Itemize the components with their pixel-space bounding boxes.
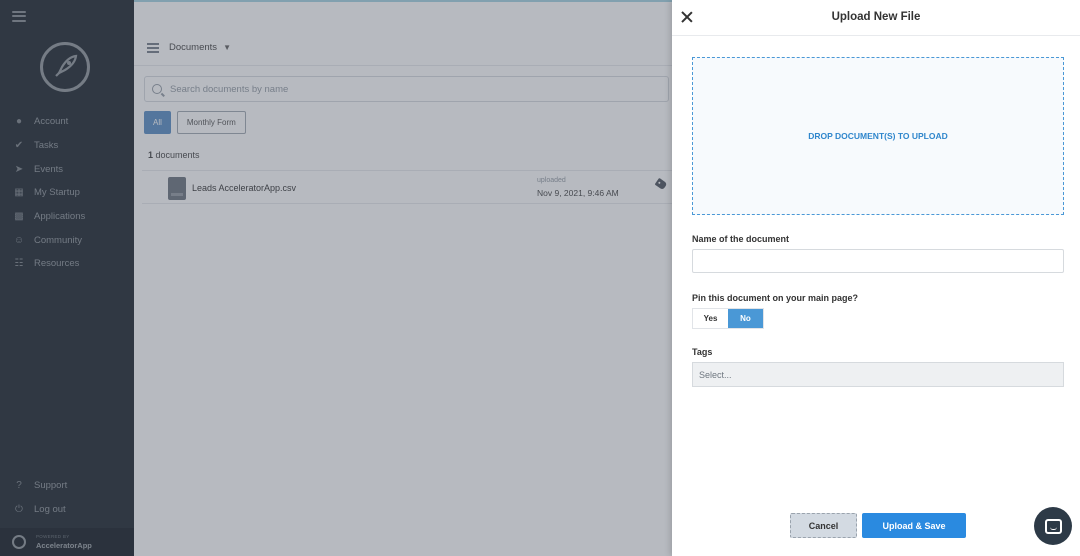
powered-by-label: POWERED BY [36,534,70,539]
accelerator-logo-icon [12,535,26,549]
sidebar-bottom: ? Support ⏻ Log out [0,474,134,521]
library-icon: ☷ [14,258,24,270]
power-icon: ⏻ [15,504,23,516]
sidebar-item-label: Events [34,163,64,175]
tags-select[interactable]: Select... [692,362,1064,387]
sidebar-item-label: Resources [34,258,80,270]
upload-panel: Upload New File DROP DOCUMENT(S) TO UPLO… [672,0,1080,556]
hamburger-menu-icon[interactable] [12,10,26,22]
search-input[interactable]: Search documents by name [144,76,669,102]
uploaded-label: uploaded [537,177,566,184]
search-icon [152,84,162,94]
filter-chips: All Monthly Form [144,111,246,134]
user-icon: ● [15,116,23,128]
panel-title: Upload New File [831,11,921,23]
sidebar-item-community[interactable]: ☺ Community [0,228,134,252]
rocket-logo-icon[interactable] [40,42,90,92]
sidebar-nav: ● Account ✔ Tasks ➤ Events ▦ My Startup … [0,110,134,276]
sidebar-item-label: Account [34,116,69,128]
cancel-button[interactable]: Cancel [790,513,857,538]
document-name-label: Name of the document [692,234,790,244]
sidebar-item-label: Community [34,234,83,246]
panel-header: Upload New File [672,0,1080,36]
sidebar-item-support[interactable]: ? Support [0,474,134,498]
chat-launcher-button[interactable] [1034,507,1072,545]
brand-name: AcceleratorApp [36,540,92,550]
check-circle-icon: ✔ [14,140,24,152]
pin-toggle: Yes No [692,308,764,329]
org-chart-icon: ▩ [14,211,24,223]
document-name-input[interactable] [692,249,1064,273]
sidebar-item-log-out[interactable]: ⏻ Log out [0,498,134,522]
sidebar-item-label: Tasks [34,140,59,152]
sidebar-item-account[interactable]: ● Account [0,110,134,134]
pin-no-button[interactable]: No [728,309,763,328]
list-icon [147,42,159,53]
sidebar-item-tasks[interactable]: ✔ Tasks [0,134,134,158]
question-circle-icon: ? [16,480,22,492]
sidebar-item-events[interactable]: ➤ Events [0,157,134,181]
chevron-down-icon[interactable]: ▼ [223,43,231,52]
dropzone-text: DROP DOCUMENT(S) TO UPLOAD [808,131,948,141]
sidebar-item-label: My Startup [34,187,80,199]
tags-label: Tags [692,347,713,357]
filter-all[interactable]: All [144,111,171,134]
sidebar-top [0,0,134,32]
pin-label: Pin this document on your main page? [692,293,859,303]
sidebar-item-resources[interactable]: ☷ Resources [0,252,134,276]
pin-yes-button[interactable]: Yes [693,309,728,328]
document-count-number: 1 [148,150,154,160]
people-icon: ☺ [13,234,25,246]
sidebar-item-label: Support [34,480,68,492]
search-placeholder: Search documents by name [170,83,289,95]
tag-icon[interactable] [654,177,668,191]
file-dropzone[interactable]: DROP DOCUMENT(S) TO UPLOAD [692,57,1064,215]
upload-save-button[interactable]: Upload & Save [862,513,966,538]
filter-monthly-form[interactable]: Monthly Form [176,111,246,134]
building-icon: ▦ [14,187,24,199]
csv-file-icon [168,177,186,200]
sidebar: ● Account ✔ Tasks ➤ Events ▦ My Startup … [0,0,134,556]
chat-icon [1044,518,1062,534]
document-count: 1 documents [148,150,200,160]
file-name[interactable]: Leads AcceleratorApp.csv [192,183,296,193]
sidebar-item-my-startup[interactable]: ▦ My Startup [0,181,134,205]
powered-by-footer: POWERED BY AcceleratorApp [0,528,134,556]
sidebar-item-label: Log out [34,504,66,516]
uploaded-date: Nov 9, 2021, 9:46 AM [537,188,619,198]
rocket-icon: ➤ [14,163,24,175]
sidebar-item-applications[interactable]: ▩ Applications [0,205,134,229]
documents-dropdown[interactable]: Documents [169,42,217,53]
document-count-label: documents [155,150,200,160]
sidebar-item-label: Applications [34,211,86,223]
